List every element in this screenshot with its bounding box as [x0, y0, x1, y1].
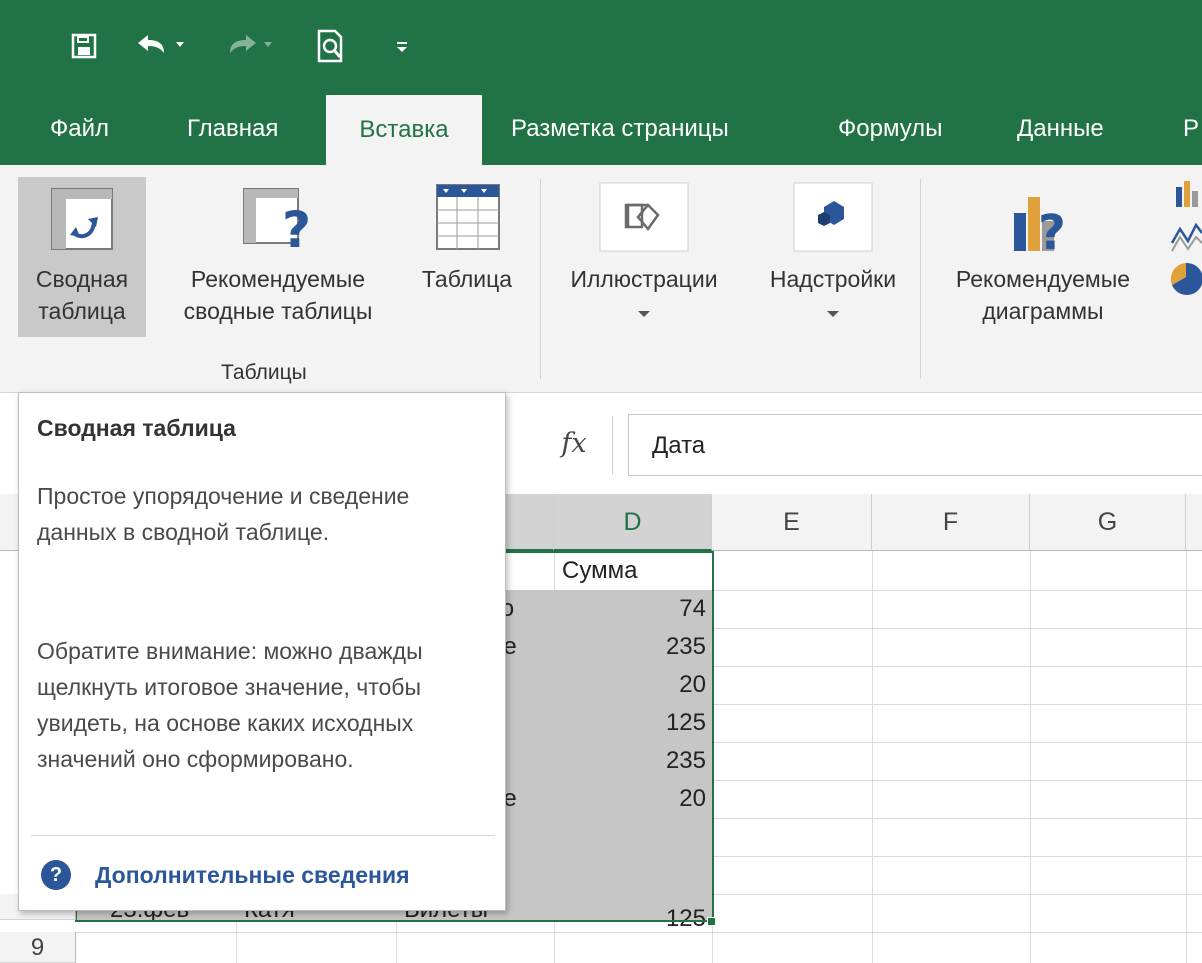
- svg-text:?: ?: [282, 201, 311, 253]
- row-header-9[interactable]: 9: [0, 932, 76, 963]
- chart-types-icon: [1170, 181, 1202, 295]
- fill-handle[interactable]: [707, 917, 716, 926]
- gridline: [872, 551, 873, 963]
- redo-icon[interactable]: [222, 26, 282, 66]
- recommended-charts-label-2: диаграммы: [982, 298, 1104, 324]
- recommended-pivot-label-2: сводные таблицы: [183, 298, 373, 324]
- recommended-pivot-label-1: Рекомендуемые: [190, 266, 366, 292]
- addins-label: Надстройки: [769, 266, 897, 292]
- gridline: [1030, 551, 1031, 963]
- customize-icon[interactable]: [390, 26, 414, 66]
- addins-button[interactable]: Надстройки: [748, 177, 918, 337]
- tab-data[interactable]: Данные: [1017, 93, 1104, 165]
- formula-input[interactable]: [628, 414, 1202, 476]
- pivot-table-label-1: Сводная: [35, 266, 129, 292]
- chevron-down-icon: [638, 311, 650, 317]
- ribbon-separator: [540, 179, 541, 379]
- tab-file[interactable]: Файл: [50, 93, 109, 165]
- recommended-pivot-button[interactable]: ? Рекомендуемые сводные таблицы: [156, 177, 400, 337]
- addins-icon: [793, 182, 873, 252]
- undo-icon[interactable]: [130, 26, 190, 66]
- tooltip-note: Обратите внимание: можно дважды щелкнуть…: [37, 638, 423, 772]
- ribbon-separator: [920, 179, 921, 379]
- print-preview-icon[interactable]: [308, 26, 352, 66]
- recommended-pivot-icon: ?: [243, 188, 311, 253]
- fx-icon[interactable]: fx: [552, 420, 596, 468]
- formula-separator: [612, 416, 613, 474]
- recommended-charts-label-1: Рекомендуемые: [955, 266, 1131, 292]
- ribbon-tabs: Файл Главная Вставка Разметка страницы Ф…: [0, 93, 1202, 165]
- column-header-h[interactable]: [1186, 494, 1202, 551]
- illustrations-icon: [599, 182, 689, 252]
- more-info-link[interactable]: Дополнительные сведения: [95, 862, 410, 889]
- illustrations-button[interactable]: Иллюстрации: [546, 177, 742, 337]
- tooltip-title: Сводная таблица: [37, 415, 236, 441]
- tab-review[interactable]: Р: [1183, 93, 1199, 165]
- formula-value: Дата: [652, 432, 706, 459]
- table-label: Таблица: [421, 266, 513, 292]
- tab-insert[interactable]: Вставка: [326, 95, 482, 165]
- pivot-table-label-2: таблица: [38, 298, 126, 324]
- table-button[interactable]: Таблица: [403, 177, 531, 337]
- group-label-tables: Таблицы: [221, 361, 307, 384]
- tooltip-separator: [31, 835, 495, 836]
- column-header-f[interactable]: F: [872, 494, 1030, 551]
- chevron-down-icon: [827, 311, 839, 317]
- tab-home[interactable]: Главная: [187, 93, 278, 165]
- column-header-g[interactable]: G: [1030, 494, 1186, 551]
- tooltip-description: Простое упорядочение и сведение данных в…: [37, 483, 410, 545]
- pivot-table-tooltip: Сводная таблица Простое упорядочение и с…: [18, 392, 506, 911]
- ribbon: Сводная таблица ? Рекомендуемые сводные …: [0, 165, 1202, 393]
- column-header-e[interactable]: E: [712, 494, 872, 551]
- recommended-charts-icon: ?: [1014, 197, 1066, 255]
- column-header-d[interactable]: D: [554, 494, 712, 551]
- help-icon[interactable]: ?: [41, 860, 71, 890]
- tab-page-layout[interactable]: Разметка страницы: [511, 93, 729, 165]
- tab-formulas[interactable]: Формулы: [838, 93, 942, 165]
- table-icon: [436, 184, 500, 250]
- pivot-table-icon: [51, 188, 113, 250]
- save-icon[interactable]: [64, 26, 104, 66]
- charts-gallery-partial[interactable]: [1170, 181, 1202, 301]
- illustrations-label: Иллюстрации: [570, 266, 718, 292]
- recommended-charts-button[interactable]: ? Рекомендуемые диаграммы: [928, 177, 1158, 337]
- title-bar: [0, 0, 1202, 93]
- gridline: [1186, 551, 1187, 963]
- svg-text:?: ?: [1038, 205, 1066, 255]
- pivot-table-button[interactable]: Сводная таблица: [18, 177, 146, 337]
